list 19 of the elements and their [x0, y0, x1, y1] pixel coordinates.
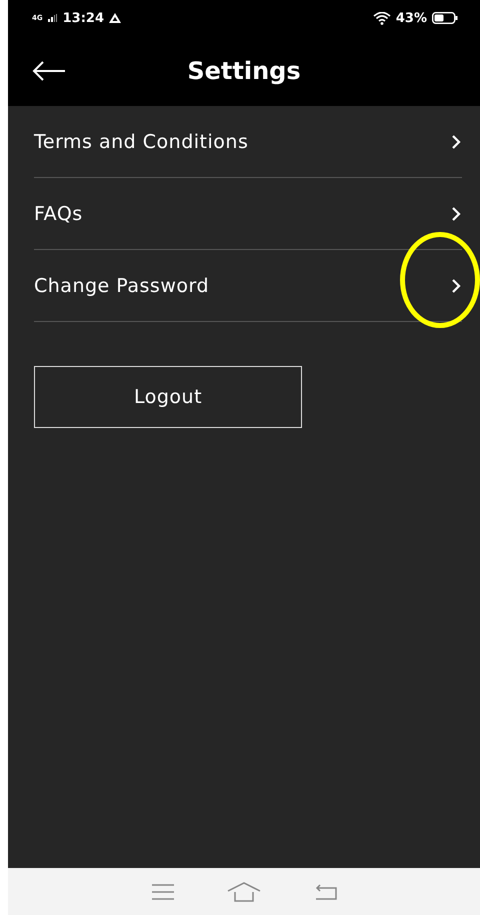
battery-icon: [432, 12, 458, 24]
item-label: FAQs: [34, 202, 83, 224]
menu-icon[interactable]: [150, 884, 174, 900]
back-nav-icon[interactable]: [314, 884, 338, 900]
item-label: Change Password: [34, 274, 210, 296]
wifi-icon: [372, 12, 391, 24]
page-title: Settings: [186, 57, 302, 85]
settings-item[interactable]: Change Password: [34, 250, 462, 322]
chevron-right-icon: [451, 206, 461, 222]
status-time: 13:24: [62, 10, 104, 26]
chevron-right-icon: [451, 278, 461, 294]
item-label: Terms and Conditions: [34, 130, 248, 152]
chevron-right-icon: [451, 134, 461, 150]
settings-item[interactable]: FAQs: [34, 178, 462, 250]
logout-button[interactable]: Logout: [34, 366, 302, 428]
home-icon[interactable]: [227, 882, 261, 902]
settings-item[interactable]: Terms and Conditions: [34, 106, 462, 178]
signal-icon: [48, 14, 58, 22]
battery-percent: 43%: [396, 10, 427, 26]
